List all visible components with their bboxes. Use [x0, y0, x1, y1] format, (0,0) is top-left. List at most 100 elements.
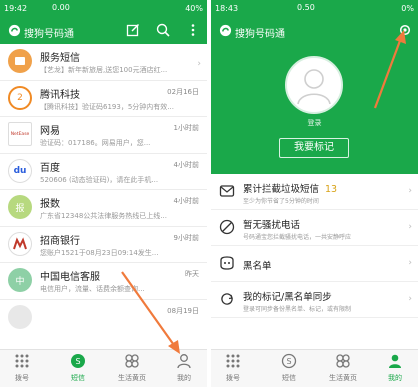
tab-sms[interactable]: S 短信	[58, 353, 98, 383]
menu-title: 暂无骚扰电话	[243, 220, 301, 231]
avatar	[8, 231, 32, 256]
tab-label: 短信	[71, 374, 85, 382]
avatar: NetEase	[8, 122, 32, 146]
message-sender: 报数	[40, 199, 60, 210]
tab-sms[interactable]: S 短信	[269, 353, 309, 383]
status-battery: 0%	[401, 4, 414, 13]
menu-item-spam-blocked[interactable]: 累计拦截垃圾短信 13 至少为你节省了5分钟的时间 ›	[211, 174, 418, 210]
status-time: 19:42	[4, 4, 28, 13]
menu-description: 号码通宝您拦截骚扰电话，一共安静呼应	[243, 234, 352, 241]
tab-dialer[interactable]: 拨号	[2, 353, 42, 383]
chevron-right-icon: ›	[197, 59, 201, 69]
tab-me[interactable]: 我的	[164, 353, 204, 383]
app-title: 搜狗号码通	[235, 29, 285, 40]
message-row[interactable]: 报 报数 广东省12348公共法律服务热线已上线... 4小时前	[0, 190, 207, 227]
message-icon	[219, 185, 235, 197]
dialpad-icon	[226, 354, 240, 368]
sms-icon: S	[281, 353, 297, 369]
svg-text:S: S	[286, 357, 291, 366]
svg-text:S: S	[75, 357, 80, 366]
message-sender: 百度	[40, 162, 60, 174]
menu-title: 黑名单	[243, 261, 272, 272]
left-screen: 19:42 0.00 40% 搜狗号码通 服务短信 【艺龙】新年新旅居,送您10…	[0, 0, 207, 387]
tab-yellow-pages[interactable]: 生活黄页	[112, 353, 152, 383]
message-date: 02月16日	[167, 87, 199, 96]
bottom-tab-bar: 拨号 S 短信 生活黄页 我的	[211, 349, 418, 387]
app-bar: 搜狗号码通	[211, 17, 418, 44]
message-date: 1小时前	[173, 124, 199, 132]
tab-yellow-pages[interactable]: 生活黄页	[323, 353, 363, 383]
status-network: 0.50	[297, 3, 315, 12]
tab-label: 生活黄页	[329, 374, 357, 382]
message-snippet: 520606 (动态验证码)，请在此手机...	[40, 175, 159, 184]
message-snippet: 电信用户，流量、话费余额查询...	[40, 285, 145, 293]
message-row[interactable]: du 百度 520606 (动态验证码)，请在此手机... 4小时前	[0, 154, 207, 190]
avatar: 中	[8, 268, 32, 292]
avatar: 报	[8, 195, 32, 219]
chevron-right-icon: ›	[408, 222, 412, 232]
avatar: du	[8, 158, 32, 183]
mark-button[interactable]: 我要标记	[279, 138, 349, 158]
tab-label: 拨号	[15, 374, 29, 382]
more-icon[interactable]	[186, 23, 200, 37]
message-row[interactable]: 服务短信 【艺龙】新年新旅居,送您100元酒店红... ›	[0, 44, 207, 81]
flower-icon	[125, 354, 139, 368]
message-snippet: 【腾讯科技】验证码6193，5分钟内有效...	[40, 102, 174, 111]
dialpad-icon	[15, 354, 29, 368]
menu-item-no-harassment[interactable]: 暂无骚扰电话 号码通宝您拦截骚扰电话，一共安静呼应 ›	[211, 210, 418, 246]
message-row[interactable]: 08月19日	[0, 300, 207, 337]
message-snippet: 广东省12348公共法律服务热线已上线...	[40, 212, 167, 220]
message-snippet: 【艺龙】新年新旅居,送您100元酒店红...	[40, 66, 168, 74]
message-row[interactable]: 2 腾讯科技 【腾讯科技】验证码6193，5分钟内有效... 02月16日	[0, 81, 207, 117]
flower-icon	[336, 354, 350, 368]
message-date: 9小时前	[173, 233, 199, 242]
message-date: 4小时前	[173, 160, 199, 169]
message-snippet: 您账户1521于08月23日09:14发生...	[40, 248, 159, 257]
tab-label: 生活黄页	[118, 374, 146, 382]
status-network: 0.00	[52, 3, 70, 12]
message-row[interactable]: 中 中国电信客服 电信用户，流量、话费余额查询... 昨天	[0, 263, 207, 300]
message-date: 昨天	[185, 270, 199, 278]
login-label[interactable]: 登录	[211, 118, 418, 128]
search-icon[interactable]	[156, 23, 170, 37]
profile-header: 登录 我要标记	[211, 44, 418, 174]
tab-label: 拨号	[226, 374, 240, 382]
gear-icon[interactable]	[398, 23, 412, 37]
cmb-logo-icon	[13, 236, 27, 249]
message-sender: 腾讯科技	[40, 89, 80, 101]
message-snippet: 验证码：017186。网易用户，您...	[40, 139, 151, 147]
menu-item-blacklist[interactable]: 黑名单 ›	[211, 246, 418, 282]
chevron-right-icon: ›	[408, 258, 412, 268]
avatar-text: 中	[15, 276, 25, 287]
settings-menu: 累计拦截垃圾短信 13 至少为你节省了5分钟的时间 › 暂无骚扰电话 号码通宝您拦…	[211, 174, 418, 318]
avatar[interactable]	[285, 56, 343, 114]
blacklist-icon	[220, 256, 234, 270]
chevron-right-icon: ›	[408, 186, 412, 196]
status-bar: 18:43 0.50 0%	[211, 0, 418, 17]
avatar-text: NetEase	[10, 131, 30, 137]
person-icon	[177, 354, 191, 369]
avatar: 2	[8, 85, 32, 110]
menu-title: 累计拦截垃圾短信 13	[243, 184, 338, 195]
sogou-logo-icon	[8, 24, 21, 37]
avatar	[8, 304, 32, 329]
sync-icon	[221, 293, 233, 305]
tab-label: 我的	[388, 374, 402, 382]
menu-item-sync[interactable]: 我的标记/黑名单同步 登录可同步备份黑名单、标记，或有限制 ›	[211, 282, 418, 318]
app-bar: 搜狗号码通	[0, 17, 207, 44]
message-row[interactable]: 招商银行 您账户1521于08月23日09:14发生... 9小时前	[0, 227, 207, 263]
tab-dialer[interactable]: 拨号	[213, 353, 253, 383]
menu-title: 我的标记/黑名单同步	[243, 292, 332, 303]
compose-icon[interactable]	[126, 23, 140, 37]
message-sender: 服务短信	[40, 53, 80, 64]
block-phone-icon	[219, 219, 235, 235]
tab-me[interactable]: 我的	[375, 353, 415, 383]
message-date: 08月19日	[167, 306, 199, 315]
status-bar: 19:42 0.00 40%	[0, 0, 207, 17]
person-silhouette-icon	[297, 69, 331, 105]
menu-description: 至少为你节省了5分钟的时间	[243, 198, 319, 205]
message-sender: 中国电信客服	[40, 272, 100, 283]
message-row[interactable]: NetEase 网易 验证码：017186。网易用户，您... 1小时前	[0, 117, 207, 154]
spam-count: 13	[325, 184, 338, 195]
chevron-right-icon: ›	[408, 294, 412, 304]
